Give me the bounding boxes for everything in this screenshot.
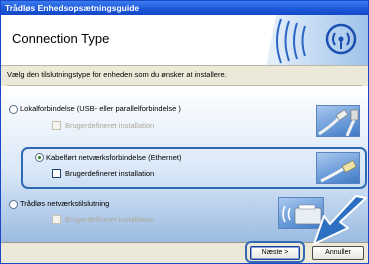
wireless-logo-icon [266,15,368,65]
checkbox-local-custom[interactable] [52,121,61,130]
next-button[interactable]: Næste > [250,246,300,260]
option-ethernet-label[interactable]: Kabelført netværksforbindelse (Ethernet) [46,153,181,162]
radio-wireless[interactable] [9,200,18,209]
checkbox-ethernet-custom-label[interactable]: Brugerdefineret installation [65,169,154,178]
checkbox-wireless-custom[interactable] [52,215,61,224]
ethernet-cable-icon [320,160,357,183]
installer-window: Trådløs Enhedsopsætningsguide Connection… [0,0,369,264]
radio-ethernet[interactable] [35,153,44,162]
pointer-arrow-icon [313,195,367,245]
window-title: Trådløs Enhedsopsætningsguide [1,1,368,15]
header-panel: Connection Type [1,15,368,66]
ethernet-cable-image [316,152,360,184]
checkbox-ethernet-custom[interactable] [52,169,61,178]
instruction-text: Vælg den tilslutningstype for enheden so… [7,70,227,79]
option-local-label[interactable]: Lokalforbindelse (USB- eller parallelfor… [20,104,181,113]
radio-local[interactable] [9,105,18,114]
checkbox-local-custom-label: Brugerdefineret installation [65,121,155,130]
option-wireless-label[interactable]: Trådløs netværkstilslutning [20,199,109,208]
usb-cable-icon [318,109,359,136]
checkbox-wireless-custom-label: Brugerdefineret installation [65,215,155,224]
usb-cable-image [316,105,360,137]
page-title: Connection Type [12,31,110,46]
